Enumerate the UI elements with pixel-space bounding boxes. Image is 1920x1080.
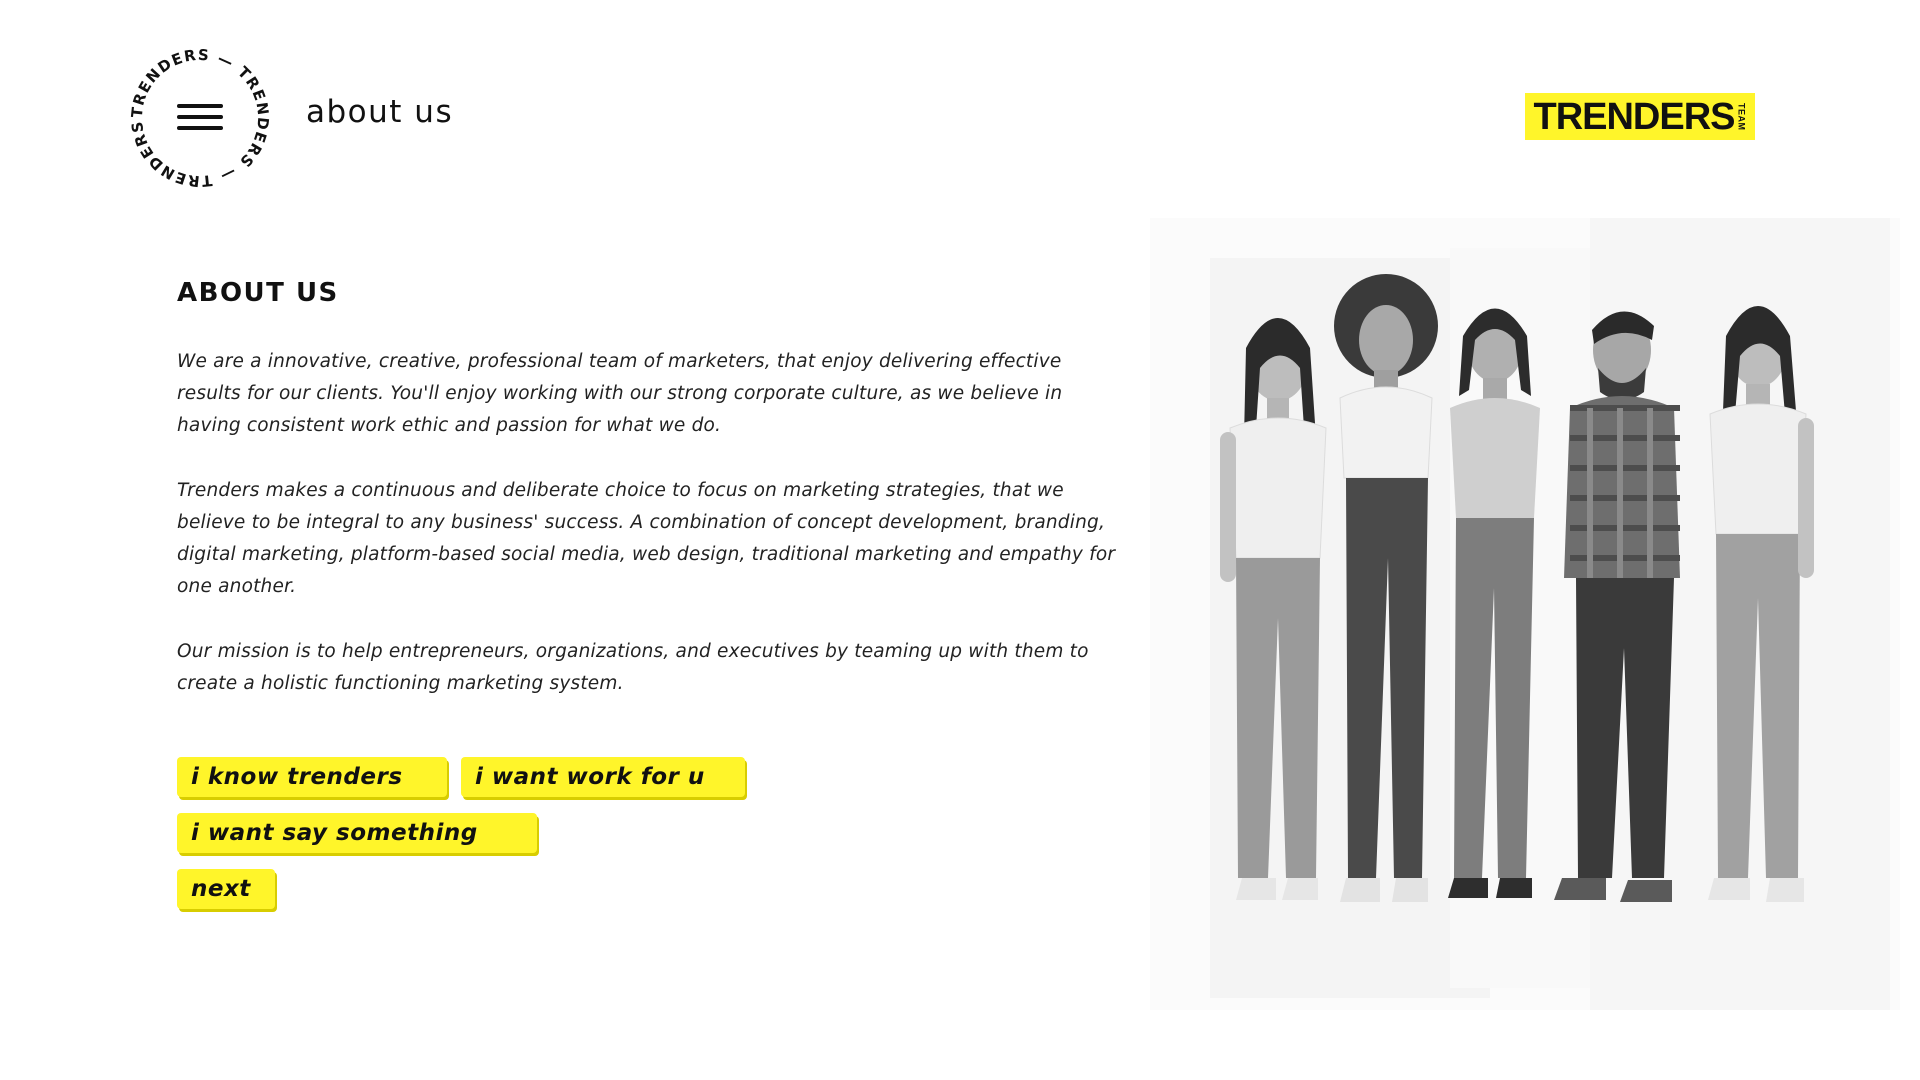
i-want-work-button[interactable]: i want work for u bbox=[461, 757, 745, 797]
i-know-trenders-button[interactable]: i know trenders bbox=[177, 757, 447, 797]
section-heading: ABOUT US bbox=[177, 278, 339, 308]
team-photo bbox=[1150, 218, 1900, 1010]
paragraph-mission: Our mission is to help entrepreneurs, or… bbox=[177, 641, 1089, 694]
trenders-logo[interactable]: TRENDERS TEAM bbox=[1525, 93, 1755, 140]
team-photo-illustration bbox=[1150, 218, 1900, 1010]
next-button[interactable]: next bbox=[177, 869, 275, 909]
paragraph-strategy: Trenders makes a continuous and delibera… bbox=[177, 480, 1116, 597]
logo-wordmark: TRENDERS bbox=[1533, 95, 1735, 138]
hamburger-menu-icon[interactable] bbox=[177, 104, 223, 130]
i-want-say-something-button[interactable]: i want say something bbox=[177, 813, 537, 853]
logo-team-label: TEAM bbox=[1736, 102, 1747, 131]
page-label: about us bbox=[306, 94, 454, 130]
paragraph-intro: We are a innovative, creative, professio… bbox=[177, 351, 1063, 436]
